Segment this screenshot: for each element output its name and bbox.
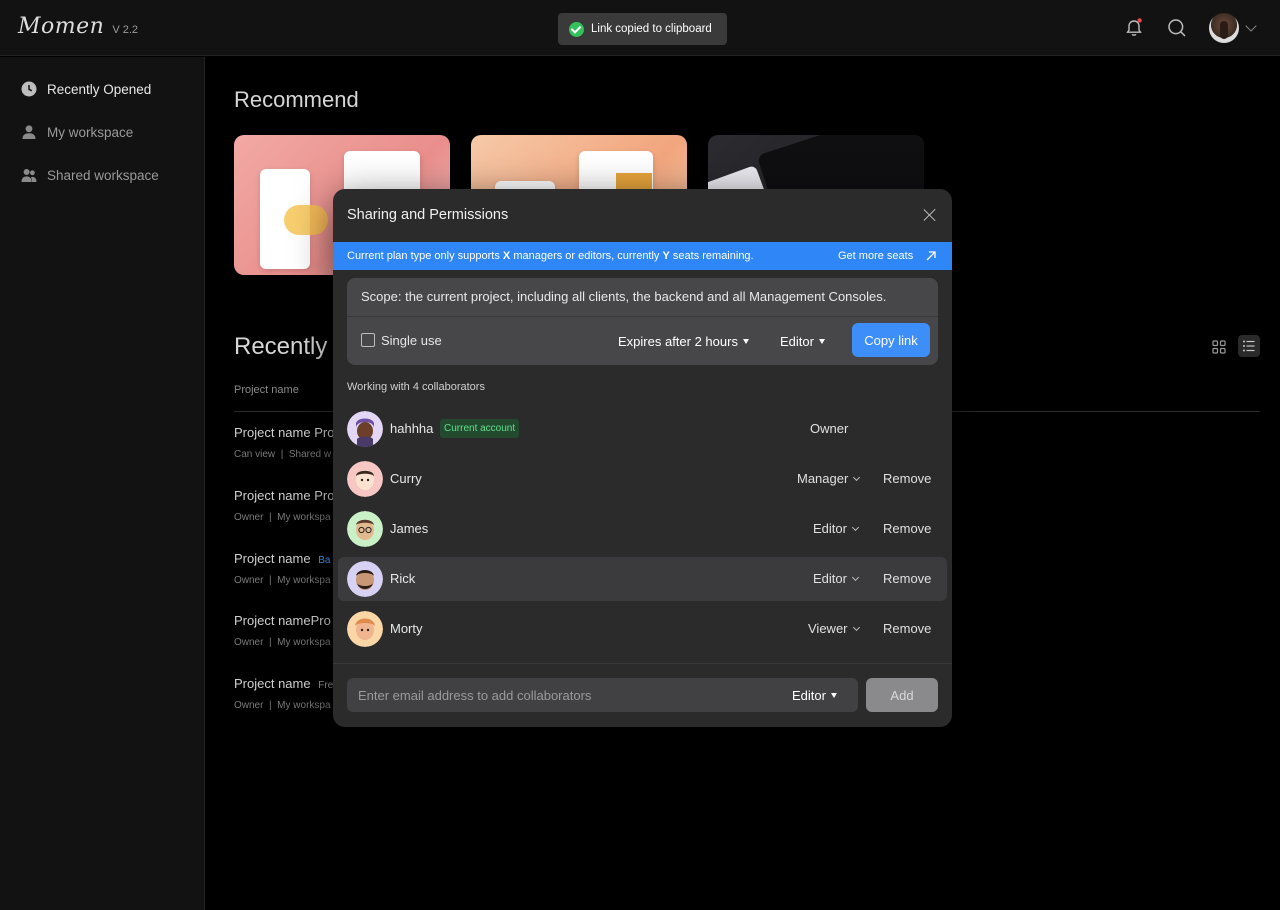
check-circle-icon	[569, 21, 584, 37]
role-label: Owner	[810, 421, 849, 436]
toast-text: Link copied to clipboard	[591, 23, 712, 35]
divider	[333, 663, 952, 664]
role-dropdown[interactable]: Editor	[813, 571, 860, 586]
recommend-title: Recommend	[234, 87, 359, 112]
sidebar-item-label: Shared workspace	[47, 167, 159, 183]
collaborator-name: Morty	[390, 621, 423, 636]
remove-button[interactable]: Remove	[883, 571, 931, 586]
collaborator-name: James	[390, 521, 429, 536]
remove-button[interactable]: Remove	[883, 521, 931, 536]
toast: Link copied to clipboard	[558, 13, 727, 45]
avatar	[347, 461, 383, 497]
collaborator-name: Curry	[390, 471, 422, 486]
divider	[347, 316, 938, 317]
email-field-wrapper: Editor	[347, 678, 858, 712]
invite-role-dropdown[interactable]: Editor	[792, 688, 837, 703]
table-row-title[interactable]: Project name Pro	[234, 425, 334, 440]
logo[interactable]: Momen V 2.2	[18, 14, 138, 39]
sidebar-item-shared-workspace[interactable]: Shared workspace	[21, 167, 159, 183]
version-label: V 2.2	[112, 24, 139, 36]
search-icon[interactable]	[1167, 18, 1187, 38]
chevron-down-icon[interactable]	[1245, 20, 1257, 32]
avatar	[347, 611, 383, 647]
top-bar: Momen V 2.2 Link copied to clipboard	[0, 0, 1280, 56]
modal-title: Sharing and Permissions	[347, 207, 509, 223]
collaborator-row: hahhha Current account Owner	[338, 407, 947, 451]
add-button[interactable]: Add	[866, 678, 938, 712]
external-arrow-icon[interactable]	[925, 250, 937, 262]
collaborator-row: Rick Editor Remove	[338, 557, 947, 601]
close-icon[interactable]	[923, 208, 937, 222]
grid-view-icon[interactable]	[1210, 338, 1228, 356]
user-avatar[interactable]	[1209, 13, 1239, 43]
table-row-meta: Owner | My workspa	[234, 512, 331, 523]
remove-button[interactable]: Remove	[883, 471, 931, 486]
column-header-project-name: Project name	[234, 384, 299, 396]
collaborator-row: Morty Viewer Remove	[338, 607, 947, 651]
table-row-meta: Can view | Shared w	[234, 449, 332, 460]
table-row-title[interactable]: Project name Fre	[234, 676, 333, 691]
avatar	[347, 561, 383, 597]
copy-link-button[interactable]: Copy link	[852, 323, 930, 357]
sidebar-item-my-workspace[interactable]: My workspace	[21, 124, 133, 140]
role-dropdown[interactable]: Manager	[797, 471, 861, 486]
scope-text: Scope: the current project, including al…	[361, 289, 887, 304]
avatar	[347, 411, 383, 447]
banner-text: Current plan type only supports X manage…	[347, 250, 754, 262]
people-icon	[21, 169, 37, 182]
table-row-title[interactable]: Project namePro	[234, 613, 331, 628]
sidebar-item-label: Recently Opened	[47, 81, 152, 97]
chevron-down-icon	[851, 573, 860, 581]
collaborators-count: Working with 4 collaborators	[347, 381, 485, 393]
sidebar-item-recently-opened[interactable]: Recently Opened	[21, 81, 151, 97]
get-more-seats-link[interactable]: Get more seats	[838, 250, 913, 262]
collaborator-row: James Editor Remove	[338, 507, 947, 551]
email-input[interactable]	[347, 678, 767, 712]
collaborator-name: Rick	[390, 571, 416, 586]
table-row-title[interactable]: Project name Ba	[234, 551, 330, 566]
expires-dropdown[interactable]: Expires after 2 hours	[618, 334, 749, 349]
chevron-down-icon	[851, 523, 860, 531]
link-settings-box: Scope: the current project, including al…	[347, 278, 938, 365]
bell-icon[interactable]	[1124, 18, 1144, 38]
table-row-meta: Owner | My workspa	[234, 700, 331, 711]
single-use-checkbox[interactable]	[361, 333, 375, 347]
remove-button[interactable]: Remove	[883, 621, 931, 636]
list-view-button[interactable]	[1238, 335, 1260, 357]
table-row-meta: Owner | My workspa	[234, 637, 331, 648]
table-row-meta: Owner | My workspa	[234, 575, 331, 586]
collaborator-row: Curry Manager Remove	[338, 457, 947, 501]
chevron-down-icon	[852, 623, 860, 631]
current-account-badge: Current account	[440, 419, 520, 438]
role-dropdown[interactable]: Editor	[813, 521, 860, 536]
link-role-dropdown[interactable]: Editor	[780, 334, 825, 349]
sharing-permissions-modal: Sharing and Permissions Current plan typ…	[333, 189, 952, 727]
caret-down-icon	[742, 339, 749, 344]
avatar	[347, 511, 383, 547]
role-dropdown[interactable]: Viewer	[808, 621, 860, 636]
table-row-title[interactable]: Project name Pro	[234, 488, 334, 503]
caret-down-icon	[818, 339, 825, 344]
person-icon	[22, 125, 36, 139]
plan-banner: Current plan type only supports X manage…	[333, 242, 952, 270]
single-use-label[interactable]: Single use	[381, 333, 442, 348]
caret-down-icon	[830, 693, 837, 698]
chevron-down-icon	[853, 473, 861, 481]
project-tag: Ba	[318, 555, 331, 566]
logo-text: Momen	[18, 14, 105, 39]
project-tag: Fre	[318, 680, 334, 691]
list-view-icon	[1243, 340, 1255, 352]
sidebar-item-label: My workspace	[47, 124, 134, 140]
clock-icon	[21, 81, 37, 97]
sidebar: Recently Opened My workspace Shared work…	[0, 57, 205, 910]
collaborator-name: hahhha	[390, 421, 434, 436]
